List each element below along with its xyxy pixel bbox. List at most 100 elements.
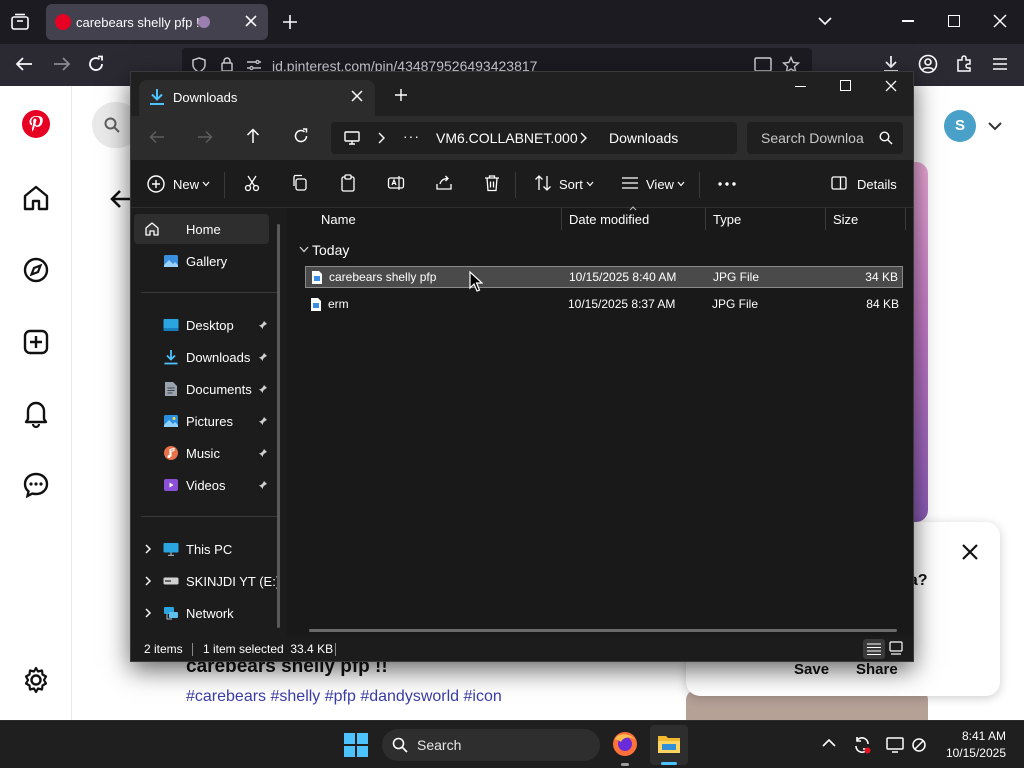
- sort-icon[interactable]: [534, 174, 552, 192]
- table-row[interactable]: erm 10/15/2025 8:37 AM JPG File 84 KB: [305, 294, 903, 316]
- column-separator[interactable]: [825, 208, 826, 230]
- refresh-icon[interactable]: [293, 128, 309, 144]
- column-header-size[interactable]: Size: [833, 212, 858, 227]
- forward-arrow-icon[interactable]: [52, 56, 72, 72]
- new-tab-icon[interactable]: [395, 89, 407, 101]
- pinterest-logo-icon[interactable]: [22, 110, 50, 138]
- breadcrumb-item-vm6[interactable]: VM6.COLLABNET.000: [436, 130, 578, 146]
- explore-compass-icon[interactable]: [20, 254, 52, 286]
- share-button[interactable]: Share: [856, 661, 898, 678]
- search-input[interactable]: Search Downloa: [747, 122, 903, 154]
- minimize-icon[interactable]: [795, 86, 806, 88]
- maximize-icon[interactable]: [840, 80, 851, 91]
- table-row[interactable]: carebears shelly pfp 10/15/2025 8:40 AM …: [305, 266, 903, 288]
- delete-trash-icon[interactable]: [483, 174, 501, 192]
- column-separator[interactable]: [561, 208, 562, 230]
- column-separator[interactable]: [905, 208, 906, 230]
- reload-icon[interactable]: [87, 55, 105, 73]
- column-separator[interactable]: [705, 208, 706, 230]
- copy-icon[interactable]: [291, 174, 309, 192]
- monitor-icon[interactable]: [344, 131, 360, 145]
- sidebar-item-gallery[interactable]: Gallery: [134, 246, 269, 276]
- notifications-bell-icon[interactable]: [20, 397, 52, 429]
- new-plus-icon[interactable]: [147, 175, 165, 193]
- sidebar-item-network[interactable]: Network: [134, 598, 269, 628]
- column-header-type[interactable]: Type: [713, 212, 741, 227]
- sidebar-item-documents[interactable]: Documents: [134, 374, 269, 404]
- sidebar-item-home[interactable]: Home: [134, 214, 269, 244]
- new-button[interactable]: New: [173, 177, 199, 192]
- account-chevron-down-icon[interactable]: [988, 121, 1002, 131]
- horizontal-scrollbar[interactable]: [309, 629, 897, 632]
- sidebar-item-desktop[interactable]: Desktop: [134, 310, 269, 340]
- create-plus-icon[interactable]: [20, 326, 52, 358]
- menu-icon[interactable]: [992, 57, 1008, 71]
- view-button[interactable]: View: [646, 177, 674, 192]
- close-window-icon[interactable]: [885, 80, 897, 92]
- new-tab-icon[interactable]: [282, 14, 298, 30]
- popup-close-icon[interactable]: [962, 544, 978, 560]
- share-icon[interactable]: [435, 174, 453, 192]
- back-arrow-icon[interactable]: [149, 130, 165, 144]
- up-arrow-icon[interactable]: [246, 128, 260, 144]
- details-pane-icon[interactable]: [831, 176, 847, 190]
- pin-icon[interactable]: [258, 352, 268, 362]
- breadcrumb[interactable]: ··· VM6.COLLABNET.000 Downloads: [331, 122, 737, 154]
- close-tab-icon[interactable]: [244, 14, 258, 28]
- sidebar-item-music[interactable]: Music: [134, 438, 269, 468]
- permissions-icon[interactable]: [246, 58, 262, 72]
- list-all-tabs-icon[interactable]: [818, 16, 832, 26]
- network-disconnected-icon[interactable]: [912, 737, 930, 753]
- paste-clipboard-icon[interactable]: [339, 174, 357, 192]
- lock-icon[interactable]: [220, 56, 234, 72]
- browser-maximize-icon[interactable]: [948, 15, 960, 27]
- large-icons-view-icon[interactable]: [889, 641, 903, 655]
- back-arrow-icon[interactable]: [14, 56, 34, 72]
- details-view-button[interactable]: [863, 639, 885, 659]
- settings-gear-icon[interactable]: [20, 664, 52, 696]
- sidebar-item-downloads[interactable]: Downloads: [134, 342, 269, 372]
- nav-scrollbar[interactable]: [277, 224, 280, 628]
- explorer-tab-downloads[interactable]: Downloads: [139, 80, 375, 116]
- sort-button[interactable]: Sort: [559, 177, 583, 192]
- firefox-icon[interactable]: [612, 731, 638, 757]
- details-button[interactable]: Details: [857, 177, 897, 192]
- pin-icon[interactable]: [258, 320, 268, 330]
- sidebar-item-pictures[interactable]: Pictures: [134, 406, 269, 436]
- pin-icon[interactable]: [258, 480, 268, 490]
- extensions-icon[interactable]: [955, 55, 973, 73]
- more-options-icon[interactable]: [718, 182, 736, 186]
- rename-icon[interactable]: [387, 174, 405, 192]
- sidebar-item-drive-e[interactable]: SKINJDI YT (E:): [134, 566, 280, 596]
- new-chevron-down-icon[interactable]: [202, 181, 210, 187]
- browser-minimize-icon[interactable]: [902, 20, 914, 22]
- column-header-date-modified[interactable]: Date modified: [569, 212, 649, 227]
- display-icon[interactable]: [886, 736, 904, 754]
- expand-chevron-icon[interactable]: [144, 608, 152, 618]
- cut-scissors-icon[interactable]: [243, 174, 261, 192]
- sidebar-item-this-pc[interactable]: This PC: [134, 534, 269, 564]
- pin-icon[interactable]: [258, 384, 268, 394]
- column-header-name[interactable]: Name: [321, 212, 356, 227]
- chevron-up-icon[interactable]: [822, 738, 836, 748]
- browser-tab[interactable]: carebears shelly pfp !!: [46, 4, 268, 40]
- tab-list-icon[interactable]: [10, 13, 30, 31]
- close-tab-icon[interactable]: [351, 90, 363, 102]
- taskbar-search[interactable]: Search: [382, 729, 600, 761]
- windows-start-icon[interactable]: [344, 733, 368, 757]
- breadcrumb-overflow[interactable]: ···: [403, 128, 420, 144]
- browser-close-icon[interactable]: [993, 14, 1007, 28]
- pin-icon[interactable]: [258, 416, 268, 426]
- save-button[interactable]: Save: [794, 661, 829, 678]
- pin-icon[interactable]: [258, 448, 268, 458]
- view-chevron-down-icon[interactable]: [677, 181, 685, 187]
- pin-hashtags[interactable]: #carebears #shelly #pfp #dandysworld #ic…: [186, 688, 502, 706]
- breadcrumb-item-downloads[interactable]: Downloads: [609, 130, 678, 146]
- sort-chevron-down-icon[interactable]: [586, 181, 594, 187]
- messages-icon[interactable]: [20, 469, 52, 501]
- forward-arrow-icon[interactable]: [197, 130, 213, 144]
- group-collapse-chevron-icon[interactable]: [299, 246, 309, 253]
- sidebar-item-videos[interactable]: Videos: [134, 470, 269, 500]
- taskbar-time[interactable]: 8:41 AM: [958, 729, 1006, 743]
- sync-icon[interactable]: [852, 735, 872, 755]
